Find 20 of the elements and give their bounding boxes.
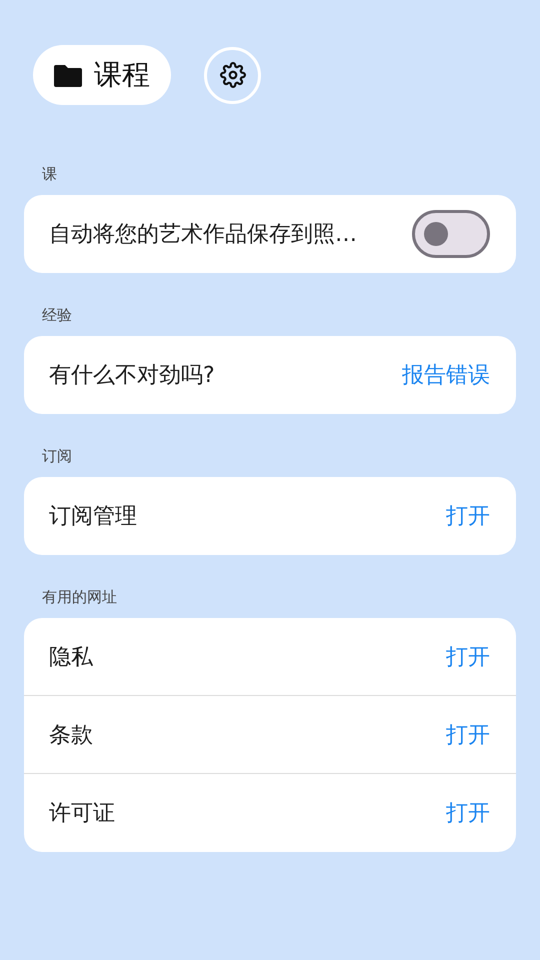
action-link[interactable]: 报告错误 bbox=[402, 360, 490, 390]
course-button[interactable]: 课程 bbox=[33, 45, 171, 105]
section-label: 有用的网址 bbox=[41, 587, 118, 608]
action-link[interactable]: 打开 bbox=[446, 501, 490, 531]
section-label: 课 bbox=[41, 164, 58, 185]
action-link[interactable]: 打开 bbox=[446, 798, 490, 828]
settings-icon bbox=[220, 62, 246, 88]
section-label: 经验 bbox=[41, 305, 73, 326]
toggle-switch[interactable] bbox=[412, 210, 490, 258]
folder-icon bbox=[54, 63, 82, 87]
row-label: 订阅管理 bbox=[49, 503, 137, 531]
row-label: 有什么不对劲吗? bbox=[49, 362, 215, 390]
row-label: 自动将您的艺术作品保存到照… bbox=[49, 221, 357, 249]
row-label: 许可证 bbox=[49, 800, 115, 828]
settings-button[interactable] bbox=[204, 46, 261, 104]
row-label: 隐私 bbox=[49, 644, 93, 672]
action-link[interactable]: 打开 bbox=[446, 720, 490, 750]
row-label: 条款 bbox=[49, 722, 93, 750]
action-link[interactable]: 打开 bbox=[446, 642, 490, 672]
section-label: 订阅 bbox=[41, 446, 73, 467]
